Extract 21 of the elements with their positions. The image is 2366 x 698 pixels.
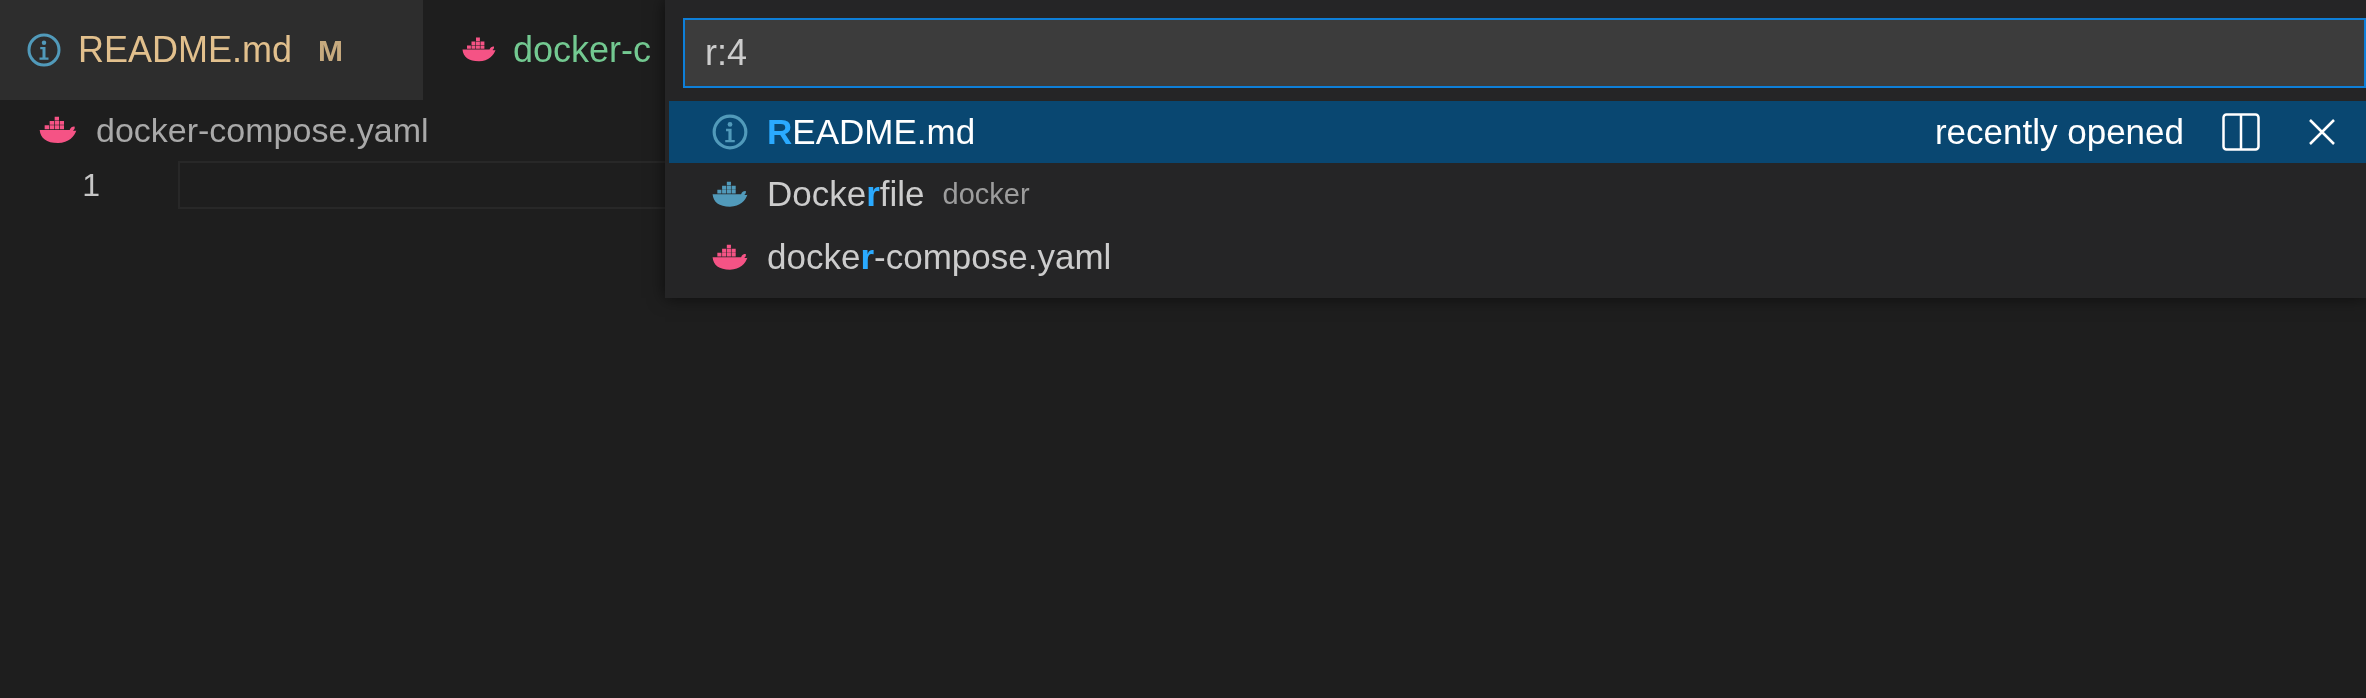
file-name: README.md xyxy=(767,110,976,153)
whale-icon xyxy=(38,116,78,144)
git-status-label: M xyxy=(318,32,344,69)
whale-icon xyxy=(711,244,749,271)
file-description: docker xyxy=(942,176,1030,212)
split-editor-icon[interactable] xyxy=(2222,113,2260,151)
quick-open-item[interactable]: docker-compose.yaml xyxy=(669,226,2366,289)
quick-open-item[interactable]: Dockerfile docker xyxy=(669,163,2366,226)
editor-tab[interactable]: README.md M xyxy=(0,0,424,100)
quick-open-item[interactable]: README.md recently opened xyxy=(669,101,2366,163)
close-icon[interactable] xyxy=(2308,118,2336,146)
file-name: docker-compose.yaml xyxy=(767,236,1112,279)
whale-icon xyxy=(711,181,749,208)
whale-icon xyxy=(461,37,498,63)
line-number: 1 xyxy=(81,166,100,205)
info-icon xyxy=(711,113,749,151)
quick-open-input[interactable]: r:4 xyxy=(683,18,2366,88)
file-name: Dockerfile xyxy=(767,173,925,216)
file-detail: recently opened xyxy=(1934,110,2184,153)
breadcrumb-item[interactable]: docker-compose.yaml xyxy=(96,104,429,156)
info-icon xyxy=(26,32,62,68)
